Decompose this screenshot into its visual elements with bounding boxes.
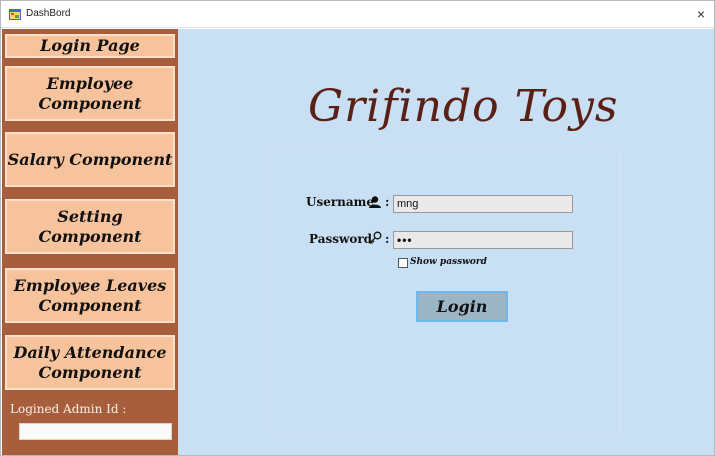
title-bar: DashBord × [1,1,714,28]
window-title: DashBord [26,8,71,19]
username-label: Username [306,195,375,209]
nav-employee-component[interactable]: Employee Component [5,66,175,121]
nav-daily-attendance-component[interactable]: Daily Attendance Component [5,335,175,390]
nav-label: Component [38,295,142,315]
show-password-label[interactable]: Show password [410,257,487,267]
brand-title: Grifindo Toys [308,81,619,132]
admin-id-field[interactable] [19,423,172,440]
dashboard-window: DashBord × Login Page Employee Component… [0,0,715,456]
nav-setting-component[interactable]: Setting Component [5,199,175,254]
main-panel: Grifindo Toys Username : mng Password : … [178,29,714,455]
nav-label: Employee Leaves [13,275,167,295]
login-button[interactable]: Login [416,291,508,322]
nav-label: Employee [46,73,134,93]
nav-label: Daily Attendance [13,342,167,362]
password-label: Password [309,232,373,246]
app-icon [9,9,21,20]
close-button[interactable]: × [692,4,710,24]
user-icon [369,196,381,208]
nav-login-page[interactable]: Login Page [5,34,175,58]
logined-admin-label: Logined Admin Id : [10,402,127,416]
nav-label: Login Page [40,36,140,55]
sidebar: Login Page Employee Component Salary Com… [2,29,178,455]
nav-salary-component[interactable]: Salary Component [5,132,175,187]
nav-label: Salary Component [7,149,173,169]
key-icon [369,231,382,244]
password-colon: : [385,232,390,246]
password-input[interactable]: ••• [393,231,573,249]
nav-label: Component [38,93,142,113]
nav-label: Component [38,362,142,382]
username-input[interactable]: mng [393,195,573,213]
nav-label: Setting Component [38,206,142,246]
nav-employee-leaves-component[interactable]: Employee Leaves Component [5,268,175,323]
username-colon: : [385,195,390,209]
show-password-checkbox[interactable] [398,258,408,268]
